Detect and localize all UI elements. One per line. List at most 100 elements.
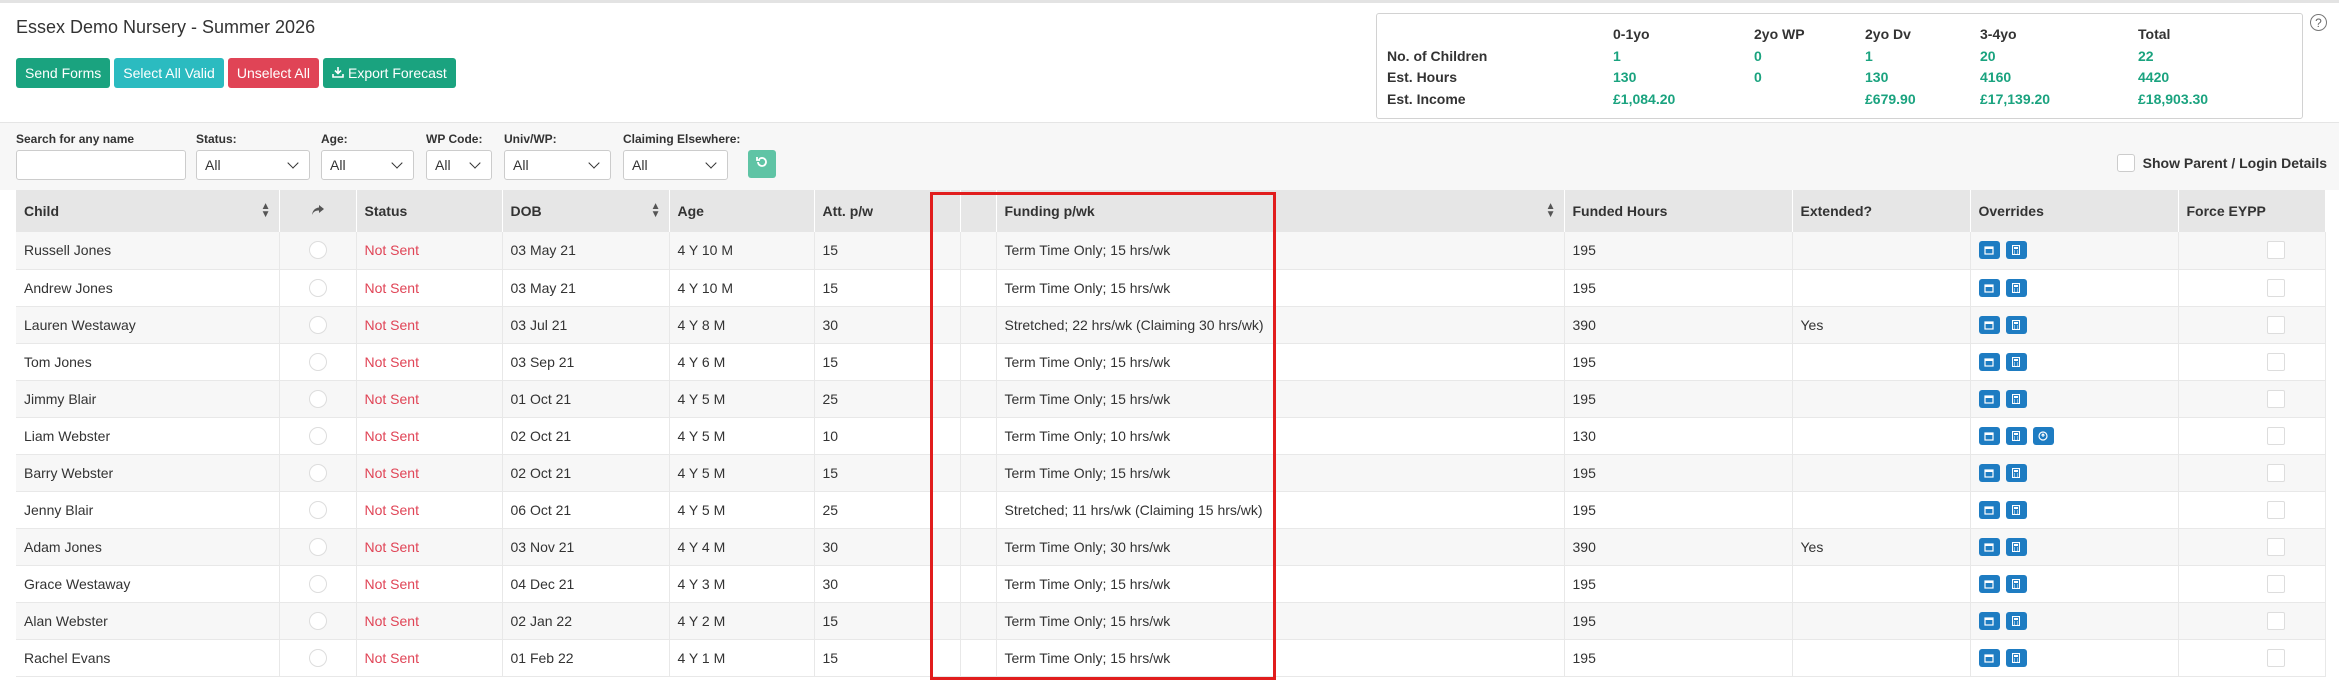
column-header-dob[interactable]: DOB ▲ ▼ [502, 190, 670, 232]
calendar-icon[interactable] [1978, 648, 2000, 667]
select-radio[interactable] [308, 574, 327, 593]
child-name[interactable]: Liam Webster [16, 417, 280, 455]
calculator-icon[interactable] [2005, 315, 2027, 334]
table-row[interactable]: Rachel Evans Not Sent 01 Feb 22 4 Y 1 M 15 Te… [16, 639, 2326, 677]
child-name[interactable]: Alan Webster [16, 602, 280, 640]
calculator-icon[interactable] [2005, 500, 2027, 519]
force-eypp-checkbox[interactable] [2266, 352, 2285, 371]
calculator-icon[interactable] [2005, 352, 2027, 371]
calculator-icon[interactable] [2005, 648, 2027, 667]
calculator-icon[interactable] [2005, 241, 2027, 260]
force-eypp-checkbox[interactable] [2266, 241, 2285, 260]
select-cell[interactable] [279, 306, 357, 344]
sort-icon[interactable]: ▲ ▼ [261, 202, 271, 220]
select-cell[interactable] [279, 602, 357, 640]
force-eypp-checkbox[interactable] [2266, 389, 2285, 408]
question-icon[interactable]: ? [2310, 14, 2327, 31]
send-forms-button[interactable]: Send Forms [16, 58, 111, 88]
calendar-icon[interactable] [1978, 574, 2000, 593]
select-radio[interactable] [308, 611, 327, 630]
select-radio[interactable] [308, 315, 327, 334]
select-radio[interactable] [308, 500, 327, 519]
column-header-funding[interactable]: Funding p/wk ▲ ▼ [996, 190, 1565, 232]
calculator-icon[interactable] [2005, 537, 2027, 556]
table-row[interactable]: Russell Jones Not Sent 03 May 21 4 Y 10 M 15… [16, 232, 2326, 270]
calculator-icon[interactable] [2005, 278, 2027, 297]
circle-arrow-icon[interactable] [2032, 426, 2054, 445]
select-cell[interactable] [279, 380, 357, 418]
force-eypp-checkbox[interactable] [2266, 648, 2285, 667]
select-cell[interactable] [279, 639, 357, 677]
calendar-icon[interactable] [1978, 611, 2000, 630]
select-radio[interactable] [308, 241, 327, 260]
table-row[interactable]: Liam Webster Not Sent 02 Oct 21 4 Y 5 M 10 Te… [16, 417, 2326, 455]
select-radio[interactable] [308, 537, 327, 556]
calculator-icon[interactable] [2005, 611, 2027, 630]
univ-wp-select[interactable]: All [504, 150, 611, 180]
child-name[interactable]: Russell Jones [16, 232, 280, 270]
select-radio[interactable] [308, 463, 327, 482]
select-radio[interactable] [308, 648, 327, 667]
calendar-icon[interactable] [1978, 426, 2000, 445]
select-radio[interactable] [308, 389, 327, 408]
select-cell[interactable] [279, 565, 357, 603]
wp-code-select[interactable]: All [426, 150, 492, 180]
select-cell[interactable] [279, 269, 357, 307]
child-name[interactable]: Jimmy Blair [16, 380, 280, 418]
table-row[interactable]: Alan Webster Not Sent 02 Jan 22 4 Y 2 M 15 Te… [16, 602, 2326, 640]
calculator-icon[interactable] [2005, 426, 2027, 445]
calendar-icon[interactable] [1978, 352, 2000, 371]
calendar-icon[interactable] [1978, 537, 2000, 556]
table-row[interactable]: Barry Webster Not Sent 02 Oct 21 4 Y 5 M 15 T… [16, 454, 2326, 492]
table-row[interactable]: Jimmy Blair Not Sent 01 Oct 21 4 Y 5 M 25 Ter… [16, 380, 2326, 418]
table-row[interactable]: Tom Jones Not Sent 03 Sep 21 4 Y 6 M 15 Term … [16, 343, 2326, 381]
table-row[interactable]: Adam Jones Not Sent 03 Nov 21 4 Y 4 M 30 Term… [16, 528, 2326, 566]
child-name[interactable]: Tom Jones [16, 343, 280, 381]
child-name[interactable]: Grace Westaway [16, 565, 280, 603]
child-name[interactable]: Barry Webster [16, 454, 280, 492]
calendar-icon[interactable] [1978, 463, 2000, 482]
column-header-child[interactable]: Child ▲ ▼ [16, 190, 280, 232]
export-forecast-button[interactable]: Export Forecast [322, 58, 456, 88]
select-cell[interactable] [279, 528, 357, 566]
force-eypp-checkbox[interactable] [2266, 278, 2285, 297]
table-row[interactable]: Andrew Jones Not Sent 03 May 21 4 Y 10 M 15 T… [16, 269, 2326, 307]
force-eypp-checkbox[interactable] [2266, 463, 2285, 482]
child-name[interactable]: Jenny Blair [16, 491, 280, 529]
force-eypp-checkbox[interactable] [2266, 537, 2285, 556]
table-row[interactable]: Jenny Blair Not Sent 06 Oct 21 4 Y 5 M 25 Str… [16, 491, 2326, 529]
search-input[interactable] [16, 150, 186, 180]
calculator-icon[interactable] [2005, 574, 2027, 593]
select-cell[interactable] [279, 491, 357, 529]
select-radio[interactable] [308, 278, 327, 297]
force-eypp-checkbox[interactable] [2266, 611, 2285, 630]
select-cell[interactable] [279, 232, 357, 270]
status-select[interactable]: All [196, 150, 310, 180]
select-radio[interactable] [308, 426, 327, 445]
calendar-icon[interactable] [1978, 389, 2000, 408]
select-cell[interactable] [279, 454, 357, 492]
table-row[interactable]: Lauren Westaway Not Sent 03 Jul 21 4 Y 8 M3… [16, 306, 2326, 344]
child-name[interactable]: Adam Jones [16, 528, 280, 566]
select-cell[interactable] [279, 417, 357, 455]
select-radio[interactable] [308, 352, 327, 371]
calendar-icon[interactable] [1978, 278, 2000, 297]
table-row[interactable]: Grace Westaway Not Sent 04 Dec 21 4 Y 3 M 30… [16, 565, 2326, 603]
sort-icon[interactable]: ▲ ▼ [651, 202, 661, 220]
calendar-icon[interactable] [1978, 315, 2000, 334]
force-eypp-checkbox[interactable] [2266, 426, 2285, 445]
calculator-icon[interactable] [2005, 463, 2027, 482]
claiming-elsewhere-select[interactable]: All [623, 150, 728, 180]
force-eypp-checkbox[interactable] [2266, 500, 2285, 519]
show-parent-toggle[interactable]: Show Parent / Login Details [2116, 154, 2327, 172]
age-select[interactable]: All [321, 150, 414, 180]
calendar-icon[interactable] [1978, 500, 2000, 519]
calculator-icon[interactable] [2005, 389, 2027, 408]
child-name[interactable]: Lauren Westaway [16, 306, 280, 344]
show-parent-checkbox[interactable] [2116, 154, 2135, 172]
select-all-valid-button[interactable]: Select All Valid [114, 58, 224, 88]
child-name[interactable]: Rachel Evans [16, 639, 280, 677]
force-eypp-checkbox[interactable] [2266, 315, 2285, 334]
calendar-icon[interactable] [1978, 241, 2000, 260]
sort-icon[interactable]: ▲ ▼ [1546, 202, 1556, 220]
